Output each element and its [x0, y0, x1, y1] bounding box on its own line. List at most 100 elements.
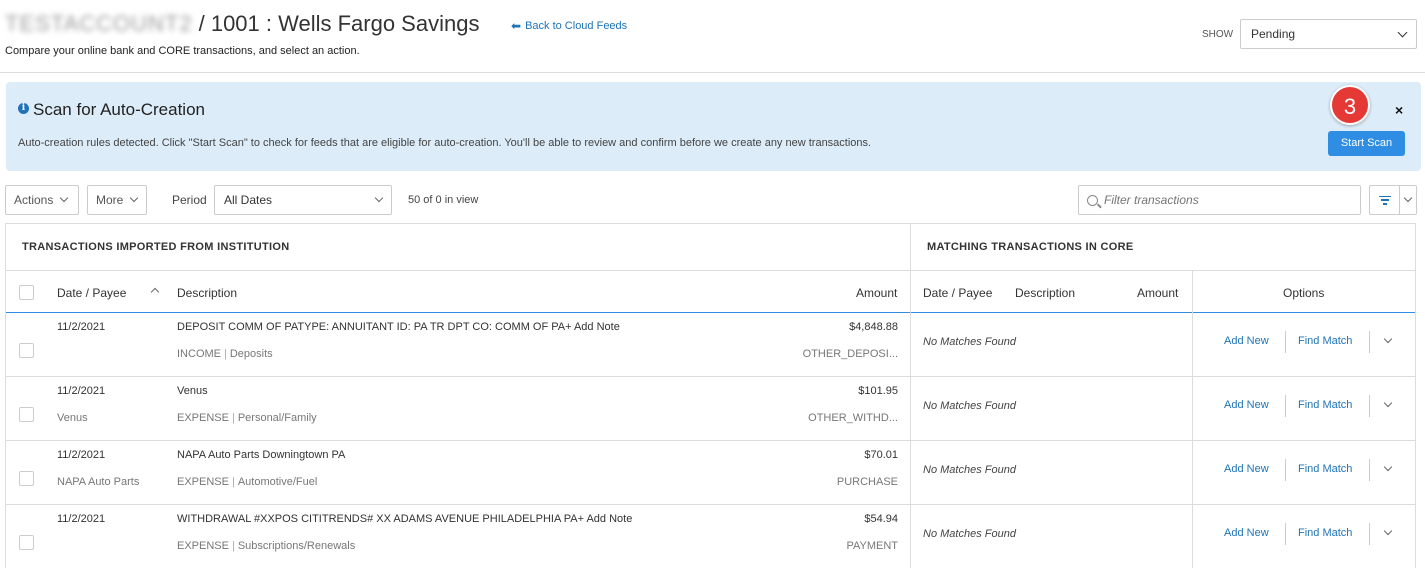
divider: [1285, 459, 1286, 481]
row-payee: NAPA Auto Parts: [57, 476, 140, 488]
group-header-institution: TRANSACTIONS IMPORTED FROM INSTITUTION: [6, 224, 911, 271]
find-match-link[interactable]: Find Match: [1298, 399, 1352, 411]
divider: [1369, 459, 1370, 481]
actions-dropdown[interactable]: Actions: [5, 185, 79, 215]
table-row[interactable]: 11/2/2021 DEPOSIT COMM OF PATYPE: ANNUIT…: [6, 313, 1415, 377]
banner-title: Scan for Auto-Creation: [33, 100, 205, 119]
more-dropdown[interactable]: More: [87, 185, 147, 215]
arrow-left-icon: ⬅: [511, 19, 522, 33]
select-all-checkbox[interactable]: [19, 285, 34, 300]
chevron-down-icon: [1403, 193, 1413, 203]
divider: [1285, 395, 1286, 417]
start-scan-button[interactable]: Start Scan: [1328, 131, 1405, 156]
no-matches-text: No Matches Found: [923, 400, 1016, 412]
find-match-link[interactable]: Find Match: [1298, 463, 1352, 475]
show-label: SHOW: [1202, 29, 1234, 40]
no-matches-text: No Matches Found: [923, 336, 1016, 348]
table-row[interactable]: 11/2/2021 Venus Venus EXPENSE | Personal/F…: [6, 377, 1415, 441]
row-description: DEPOSIT COMM OF PATYPE: ANNUITANT ID: PA…: [177, 321, 620, 333]
row-checkbox[interactable]: [19, 343, 34, 358]
divider: [1285, 331, 1286, 353]
divider: [1369, 331, 1370, 353]
chevron-down-icon: [60, 193, 69, 203]
row-type: OTHER_WITHD...: [808, 412, 898, 424]
row-date: 11/2/2021: [57, 321, 106, 333]
back-link-label: Back to Cloud Feeds: [525, 20, 628, 32]
add-new-link[interactable]: Add New: [1224, 463, 1269, 475]
period-select[interactable]: All Dates: [214, 185, 392, 215]
filter-dropdown-toggle[interactable]: [1400, 186, 1416, 214]
filter-options-button[interactable]: [1369, 185, 1417, 215]
chevron-down-icon[interactable]: [1383, 462, 1393, 472]
row-date: 11/2/2021: [57, 513, 106, 525]
row-category-main: EXPENSE: [177, 476, 229, 488]
divider: [1285, 523, 1286, 545]
row-type: OTHER_DEPOSI...: [802, 348, 898, 360]
close-icon[interactable]: ×: [1395, 102, 1403, 118]
scan-banner: i Scan for Auto-Creation Auto-creation r…: [6, 82, 1421, 171]
category-separator: |: [224, 348, 227, 360]
column-header-row: Date / Payee Description Amount Date / P…: [6, 271, 1415, 313]
table-row[interactable]: 11/2/2021 NAPA Auto Parts NAPA Auto Part…: [6, 441, 1415, 505]
filter-icon: [1378, 195, 1391, 205]
page-subtitle: Compare your online bank and CORE transa…: [5, 45, 360, 57]
actions-label: Actions: [14, 193, 54, 207]
row-date: 11/2/2021: [57, 449, 106, 461]
col-options: Options: [1283, 286, 1325, 300]
add-new-link[interactable]: Add New: [1224, 335, 1269, 347]
step-badge: 3: [1330, 85, 1370, 125]
col-amount: Amount: [856, 286, 898, 300]
no-matches-text: No Matches Found: [923, 528, 1016, 540]
row-subcategory: Deposits: [229, 348, 273, 360]
search-icon: [1087, 194, 1098, 206]
back-to-cloud-feeds-link[interactable]: ⬅ Back to Cloud Feeds: [511, 19, 627, 33]
filter-transactions-field[interactable]: [1078, 185, 1361, 215]
row-category: EXPENSE | Subscriptions/Renewals: [177, 540, 355, 552]
chevron-down-icon[interactable]: [1383, 334, 1393, 344]
chevron-down-icon[interactable]: [1383, 526, 1393, 536]
find-match-link[interactable]: Find Match: [1298, 335, 1352, 347]
find-match-link[interactable]: Find Match: [1298, 527, 1352, 539]
add-new-link[interactable]: Add New: [1224, 399, 1269, 411]
row-category: EXPENSE | Automotive/Fuel: [177, 476, 317, 488]
table-row[interactable]: 11/2/2021 WITHDRAWAL #XXPOS CITITRENDS# …: [6, 505, 1415, 568]
sort-ascending-icon[interactable]: [150, 287, 160, 297]
filter-icon-button[interactable]: [1370, 186, 1400, 214]
period-value: All Dates: [224, 193, 273, 207]
title-row: TESTACCOUNT2 / 1001 : Wells Fargo Saving…: [5, 11, 479, 37]
row-type: PAYMENT: [846, 540, 898, 552]
row-checkbox[interactable]: [19, 535, 34, 550]
col-description: Description: [177, 286, 238, 300]
add-new-link[interactable]: Add New: [1224, 527, 1269, 539]
row-category-main: EXPENSE: [177, 540, 229, 552]
info-icon: i: [18, 103, 29, 114]
divider: [1369, 395, 1370, 417]
row-checkbox[interactable]: [19, 471, 34, 486]
row-type: PURCHASE: [836, 476, 898, 488]
transactions-table: TRANSACTIONS IMPORTED FROM INSTITUTION M…: [5, 223, 1416, 568]
group-header-core: MATCHING TRANSACTIONS IN CORE: [911, 224, 1415, 271]
chevron-down-icon: [374, 193, 384, 203]
row-category: INCOME | Deposits: [177, 348, 273, 360]
row-amount: $101.95: [858, 385, 898, 397]
row-subcategory: Subscriptions/Renewals: [237, 540, 356, 552]
category-separator: |: [231, 476, 235, 488]
row-amount: $70.01: [864, 449, 898, 461]
col-date-payee[interactable]: Date / Payee: [57, 286, 126, 300]
chevron-down-icon[interactable]: [1383, 398, 1393, 408]
show-filter-value: Pending: [1251, 27, 1296, 41]
row-description: Venus: [177, 385, 208, 397]
row-amount: $4,848.88: [849, 321, 898, 333]
row-checkbox[interactable]: [19, 407, 34, 422]
row-date: 11/2/2021: [57, 385, 106, 397]
page-header: TESTACCOUNT2 / 1001 : Wells Fargo Saving…: [0, 0, 1425, 73]
row-category-main: EXPENSE: [177, 412, 229, 424]
chevron-down-icon: [1397, 27, 1408, 37]
chevron-down-icon: [130, 193, 139, 203]
filter-transactions-input[interactable]: [1104, 193, 1344, 207]
row-subcategory: Personal/Family: [237, 412, 317, 424]
show-filter-select[interactable]: Pending: [1240, 19, 1417, 49]
row-description: WITHDRAWAL #XXPOS CITITRENDS# XX ADAMS A…: [177, 513, 633, 525]
category-separator: |: [231, 412, 235, 424]
row-amount: $54.94: [864, 513, 898, 525]
